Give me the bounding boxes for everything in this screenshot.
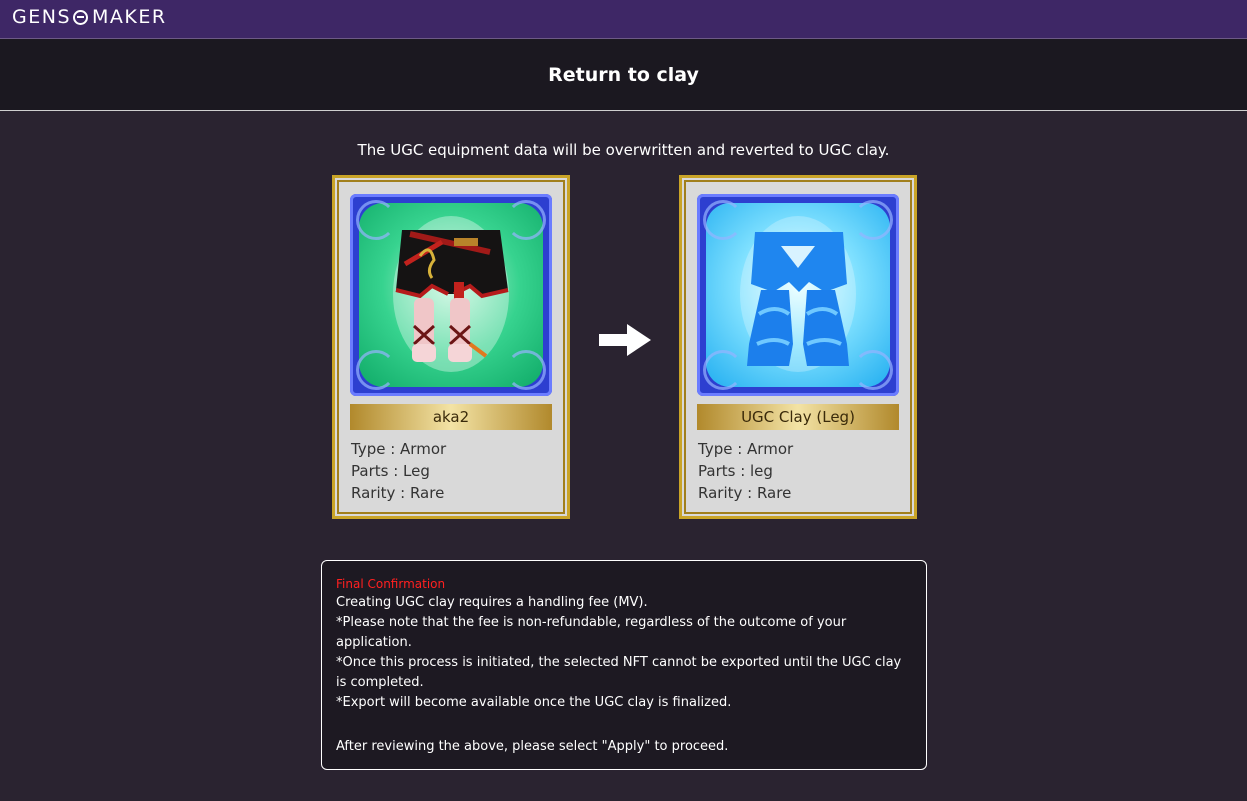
final-confirmation-box: Final Confirmation Creating UGC clay req…: [321, 560, 927, 770]
equipment-name: aka2: [350, 404, 552, 430]
intro-text: The UGC equipment data will be overwritt…: [357, 141, 890, 159]
clay-type: Type : Armor: [698, 440, 794, 458]
clay-name: UGC Clay (Leg): [697, 404, 899, 430]
logo-o-mark-icon: [73, 9, 89, 25]
equipment-rarity: Rarity : Rare: [351, 484, 445, 502]
equipment-type: Type : Armor: [351, 440, 447, 458]
top-bar: GENS MAKER: [0, 0, 1247, 39]
source-equipment-card: aka2 Type : Armor Parts : Leg Rarity : R…: [332, 175, 570, 519]
clay-parts: Parts : leg: [698, 462, 773, 480]
notice-line: Creating UGC clay requires a handling fe…: [336, 595, 648, 610]
logo-text-part2: MAKER: [92, 6, 167, 28]
leg-armor-icon: [393, 216, 509, 372]
final-confirmation-title: Final Confirmation: [336, 577, 446, 591]
equipment-properties: Type : Armor Parts : Leg Rarity : Rare: [351, 438, 446, 504]
notice-footer: After reviewing the above, please select…: [336, 739, 729, 754]
equipment-parts: Parts : Leg: [351, 462, 430, 480]
page-title: Return to clay: [548, 63, 699, 86]
logo-text-part1: GENS: [12, 6, 72, 28]
equipment-image-frame: [350, 194, 552, 396]
ugc-clay-card: UGC Clay (Leg) Type : Armor Parts : leg …: [679, 175, 917, 519]
notice-line: *Export will become available once the U…: [336, 695, 732, 710]
genso-maker-logo[interactable]: GENS MAKER: [12, 6, 167, 28]
clay-rarity: Rarity : Rare: [698, 484, 792, 502]
arrow-right-icon: [599, 324, 651, 356]
page-header: Return to clay: [0, 39, 1247, 111]
notice-line: *Please note that the fee is non-refunda…: [336, 615, 847, 650]
clay-image-frame: [697, 194, 899, 396]
clay-leg-armor-icon: [740, 216, 856, 372]
clay-properties: Type : Armor Parts : leg Rarity : Rare: [698, 438, 793, 504]
notice-line: *Once this process is initiated, the sel…: [336, 655, 902, 690]
